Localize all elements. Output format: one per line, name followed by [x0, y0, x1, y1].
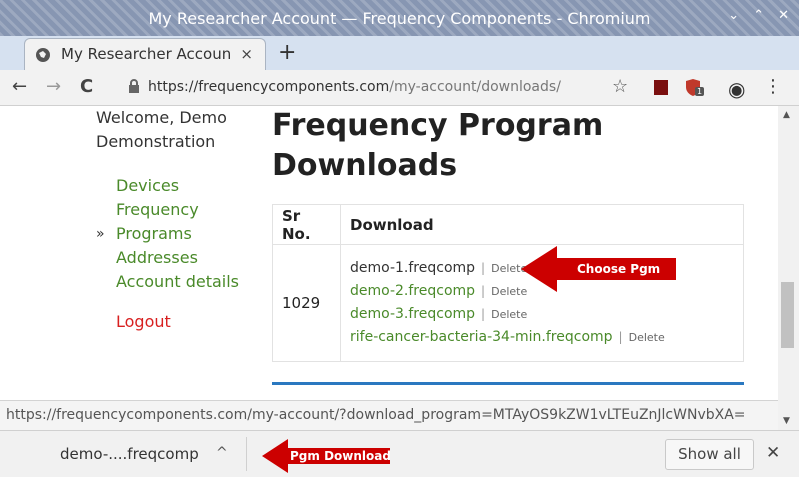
separator: | [618, 330, 623, 344]
sidebar-item-account-details[interactable]: Account details [96, 270, 239, 294]
logout-link[interactable]: Logout [96, 310, 239, 334]
window-controls: ⌄ ⌃ ✕ [728, 8, 789, 23]
window-title: My Researcher Account — Frequency Compon… [148, 9, 651, 28]
menu-icon[interactable]: ⋮ [764, 76, 782, 97]
file-row: rife-cancer-bacteria-34-min.freqcomp | Del… [350, 326, 734, 349]
close-download-bar-icon[interactable]: ✕ [766, 443, 780, 463]
reload-icon[interactable]: C [80, 76, 93, 97]
extension-badge: 1 [695, 87, 705, 96]
file-link-demo-1[interactable]: demo-1.freqcomp [350, 260, 475, 276]
chevron-up-icon[interactable]: ^ [216, 445, 228, 461]
sidebar-item-addresses[interactable]: Addresses [96, 246, 239, 270]
minimize-icon[interactable]: ⌄ [728, 8, 739, 23]
column-header-sr-no: Sr No. [272, 204, 341, 245]
page-title: Frequency Program Downloads [272, 108, 604, 183]
sidebar-item-label: Account details [116, 272, 239, 291]
file-row: demo-3.freqcomp | Delete [350, 303, 734, 326]
separator: | [481, 261, 486, 275]
separator: | [481, 307, 486, 321]
account-navigation: Devices Frequency » Programs Addresses Ac… [96, 174, 239, 334]
column-header-download: Download [340, 204, 744, 245]
sidebar-item-label: Programs [116, 224, 192, 243]
sidebar-item-frequency[interactable]: Frequency [96, 198, 239, 222]
tab-my-researcher-account[interactable]: My Researcher Account × [24, 38, 266, 70]
sidebar-item-devices[interactable]: Devices [96, 174, 239, 198]
choose-pgm-label: Choose Pgm [577, 262, 661, 276]
maximize-icon[interactable]: ⌃ [753, 8, 764, 23]
sidebar-item-label: Devices [116, 176, 180, 195]
section-divider [272, 382, 744, 385]
bookmark-star-icon[interactable]: ☆ [612, 76, 628, 97]
forward-icon[interactable]: → [46, 76, 61, 97]
divider [246, 437, 247, 471]
welcome-message: Welcome, Demo Demonstration [96, 108, 227, 151]
sidebar-item-label: Addresses [116, 248, 198, 267]
new-tab-button[interactable]: + [278, 40, 296, 65]
window-titlebar: My Researcher Account — Frequency Compon… [0, 0, 799, 36]
browser-toolbar: ← → C https://frequencycomponents.com/my… [0, 70, 799, 106]
delete-link[interactable]: Delete [491, 308, 527, 321]
address-bar[interactable]: https://frequencycomponents.com/my-accou… [128, 76, 628, 100]
url-text: https://frequencycomponents.com/my-accou… [148, 79, 561, 95]
url-host: frequencycomponents.com [198, 79, 390, 95]
close-window-icon[interactable]: ✕ [778, 8, 789, 23]
extension-icon[interactable] [654, 80, 668, 95]
sidebar-item-programs[interactable]: » Programs [96, 222, 239, 246]
choose-pgm-callout: Choose Pgm [521, 246, 676, 292]
back-icon[interactable]: ← [12, 76, 27, 97]
delete-link[interactable]: Delete [629, 331, 665, 344]
file-link-demo-3[interactable]: demo-3.freqcomp [350, 306, 475, 322]
file-link-rife-cancer[interactable]: rife-cancer-bacteria-34-min.freqcomp [350, 329, 613, 345]
download-item[interactable]: demo-....freqcomp [60, 445, 199, 463]
globe-icon [35, 47, 51, 63]
shield-extension-icon[interactable]: 1 [685, 79, 705, 97]
scroll-down-icon[interactable]: ▼ [783, 416, 790, 426]
file-link-demo-2[interactable]: demo-2.freqcomp [350, 283, 475, 299]
tab-title: My Researcher Account [61, 45, 231, 63]
vertical-scrollbar[interactable]: ▲ ▼ [778, 106, 799, 430]
show-all-button[interactable]: Show all [665, 439, 754, 470]
separator: | [481, 284, 486, 298]
active-marker-icon: » [96, 226, 105, 242]
account-icon[interactable]: ◉ [728, 77, 745, 101]
close-tab-icon[interactable]: × [240, 45, 253, 63]
pgm-download-callout: Pgm Download [262, 439, 391, 473]
url-path: /my-account/downloads/ [389, 79, 561, 95]
sr-no-cell: 1029 [272, 244, 341, 362]
status-url-bubble: https://frequencycomponents.com/my-accou… [0, 400, 778, 430]
scrollbar-thumb[interactable] [781, 282, 794, 348]
download-bar: demo-....freqcomp ^ Pgm Download Show al… [0, 430, 799, 477]
pgm-download-label: Pgm Download [290, 449, 391, 463]
sidebar-item-label: Frequency [116, 200, 199, 219]
url-scheme: https:// [148, 79, 199, 95]
tab-strip: My Researcher Account × + [0, 36, 799, 70]
scroll-up-icon[interactable]: ▲ [783, 110, 790, 120]
lock-icon [128, 79, 140, 93]
